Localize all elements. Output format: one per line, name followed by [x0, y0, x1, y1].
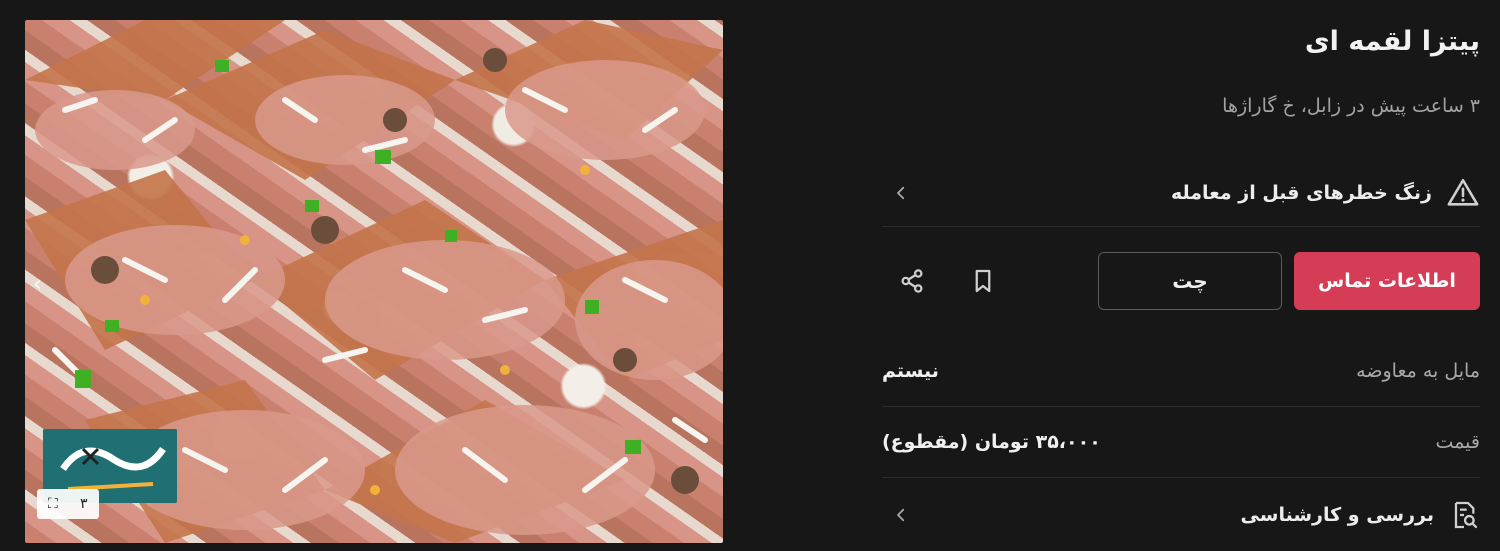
- price-value: ۳۵،۰۰۰ تومان (مقطوع): [882, 431, 1101, 453]
- chat-button[interactable]: چت: [1098, 252, 1282, 310]
- chevron-left-icon: [897, 508, 905, 522]
- previous-image-arrow-icon[interactable]: ‹: [33, 270, 53, 300]
- bookmark-icon[interactable]: [968, 266, 998, 296]
- chevron-left-icon: [897, 186, 905, 200]
- price-row: قیمت ۳۵،۰۰۰ تومان (مقطوع): [882, 407, 1480, 478]
- action-buttons: اطلاعات تماس چت: [882, 252, 1480, 312]
- exchange-value: نیستم: [882, 360, 939, 382]
- warning-triangle-icon: [1447, 178, 1479, 206]
- price-label: قیمت: [1435, 431, 1480, 453]
- exchange-row: مایل به معاوضه نیستم: [882, 336, 1480, 407]
- scam-warning-row[interactable]: زنگ خطرهای قبل از معامله: [882, 160, 1480, 227]
- review-label: بررسی و کارشناسی: [1240, 504, 1434, 526]
- listing-image[interactable]: ‹ ⛶ ۳: [25, 20, 723, 543]
- gallery-icon: ⛶: [47, 496, 58, 512]
- document-search-icon: [1454, 501, 1478, 529]
- listing-title: پیتزا لقمه ای: [1304, 26, 1480, 57]
- image-count-badge: ⛶ ۳: [37, 489, 99, 519]
- review-row[interactable]: بررسی و کارشناسی: [882, 482, 1480, 548]
- watermark-and-counter: ⛶ ۳: [37, 429, 177, 519]
- listing-details-panel: پیتزا لقمه ای ۳ ساعت پیش در زابل، خ گارا…: [882, 0, 1480, 551]
- listing-meta: ۳ ساعت پیش در زابل، خ گاراژها: [1222, 95, 1480, 117]
- image-count: ۳: [79, 496, 89, 512]
- exchange-label: مایل به معاوضه: [1356, 360, 1480, 382]
- share-icon[interactable]: [897, 266, 927, 296]
- scam-warning-label: زنگ خطرهای قبل از معامله: [1171, 182, 1432, 204]
- contact-info-button[interactable]: اطلاعات تماس: [1294, 252, 1480, 310]
